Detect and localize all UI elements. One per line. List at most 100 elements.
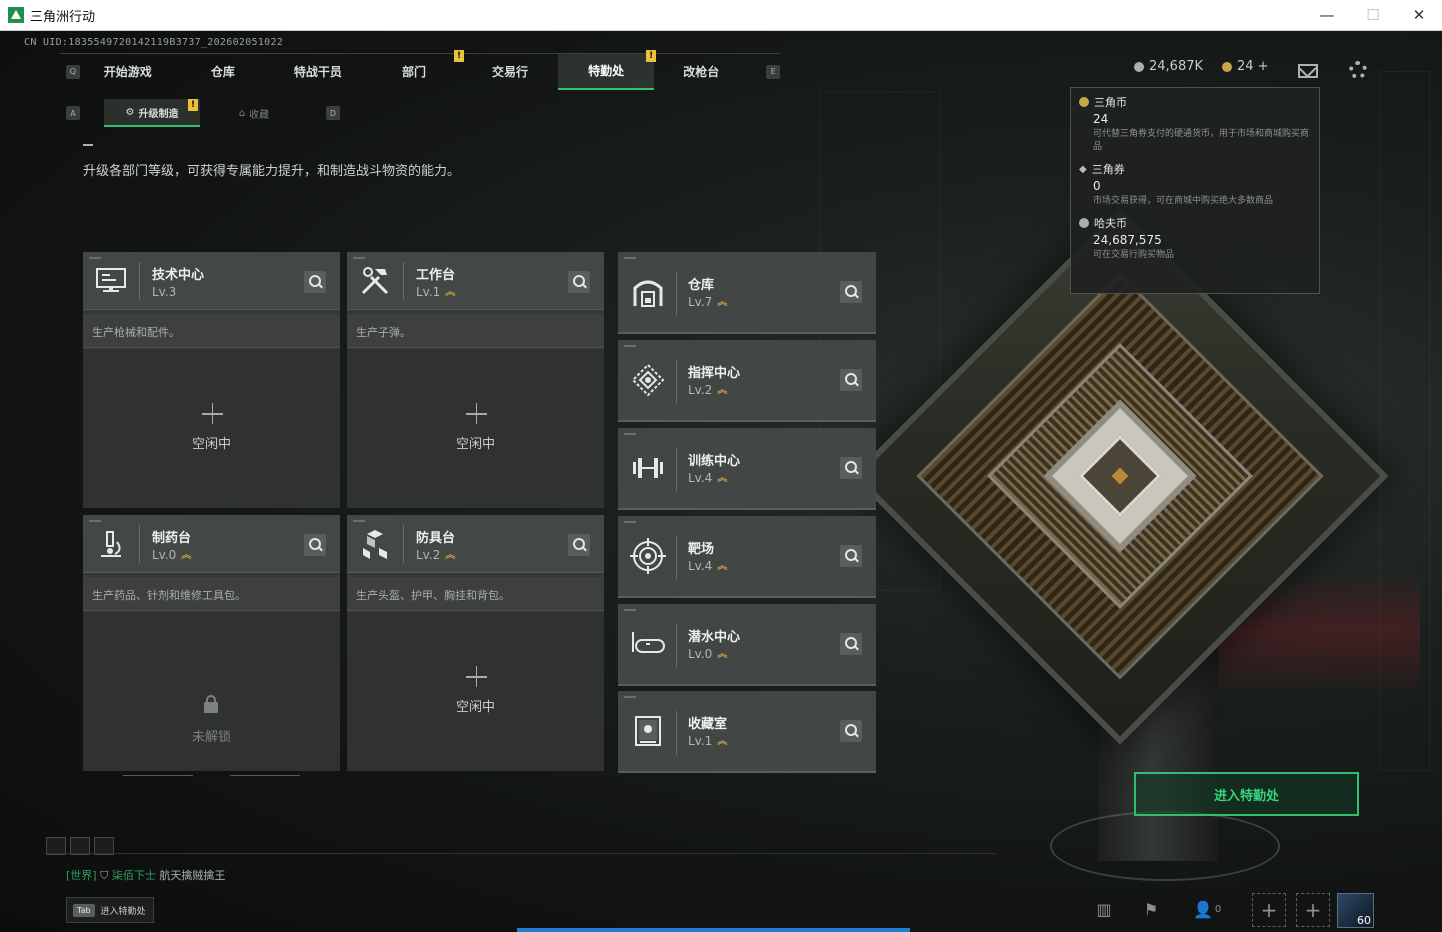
- card-title: 工作台: [416, 268, 456, 283]
- card-title: 技术中心: [152, 268, 205, 283]
- plus-icon[interactable]: [201, 403, 223, 424]
- department-card-collection-room[interactable]: 收藏室 Lv.1 ︽: [618, 691, 876, 773]
- tab-warehouse[interactable]: 仓库: [176, 54, 270, 90]
- warn-badge: !: [188, 99, 198, 111]
- department-card-command-center[interactable]: 指挥中心 Lv.2 ︽: [618, 340, 876, 422]
- card-description: 生产头盔、护甲、胸挂和背包。: [347, 577, 604, 611]
- page-description: 升级各部门等级，可获得专属能力提升，和制造战斗物资的能力。: [83, 164, 461, 179]
- minimize-button[interactable]: —: [1304, 0, 1350, 30]
- card-level: Lv.7 ︽: [688, 295, 728, 309]
- card-title: 潜水中心: [688, 630, 741, 645]
- nav-next-key[interactable]: E: [766, 64, 780, 79]
- dumbbell-icon: [633, 458, 663, 478]
- tab-special-ops[interactable]: 特勤处!: [558, 49, 657, 90]
- gear-icon[interactable]: [1349, 61, 1367, 79]
- tab-trading[interactable]: 交易行: [462, 54, 558, 90]
- search-icon[interactable]: [840, 545, 862, 567]
- search-icon[interactable]: [304, 534, 326, 556]
- craft-icon: ⚙: [125, 106, 135, 118]
- window-title: 三角洲行动: [30, 9, 96, 25]
- ticket-balance[interactable]: 24 +: [1222, 59, 1269, 74]
- card-description: 生产枪械和配件。: [83, 314, 340, 348]
- card-level: Lv.1 ︽: [688, 734, 728, 748]
- friends-button[interactable]: 👤 0: [1193, 898, 1227, 920]
- department-card-tech-center[interactable]: 技术中心 Lv.3 生产枪械和配件。 空闲中: [83, 252, 340, 508]
- search-icon[interactable]: [840, 281, 862, 303]
- friends-icon: 👤: [1193, 899, 1213, 919]
- sub-tabs: A ⚙ 升级制造 ! ⌂ 收藏 D: [66, 99, 340, 127]
- card-description: 生产子弹。: [347, 314, 604, 348]
- search-icon[interactable]: [568, 271, 590, 293]
- department-card-armor-bench[interactable]: 防具台 Lv.2 ︽ 生产头盔、护甲、胸挂和背包。 空闲中: [347, 515, 604, 771]
- subtab-prev-key[interactable]: A: [66, 106, 80, 120]
- stats-icon[interactable]: ▥: [1093, 898, 1115, 920]
- tab-departments[interactable]: 部门!: [366, 49, 465, 90]
- avatar[interactable]: 60: [1337, 893, 1374, 928]
- search-icon[interactable]: [840, 633, 862, 655]
- nav-prev-key[interactable]: Q: [66, 64, 80, 79]
- card-level: Lv.2 ︽: [416, 548, 456, 562]
- app-logo-icon: [8, 7, 24, 23]
- tab-collection[interactable]: ⌂ 收藏: [206, 99, 302, 127]
- computer-icon: [96, 268, 126, 292]
- player-level: 60: [1357, 914, 1371, 927]
- tooltip-item-hafu-coin: 哈夫币 24,687,575 可在交易行购买物品: [1079, 215, 1311, 262]
- card-level: Lv.0 ︽: [688, 647, 728, 661]
- plus-icon[interactable]: [465, 403, 487, 424]
- close-button[interactable]: ✕: [1396, 0, 1442, 30]
- tooltip-item-triangle-coin: 三角币 24 可代替三角券支付的硬通货币，用于市场和商城购买商品: [1079, 94, 1311, 154]
- tab-upgrade-craft[interactable]: ⚙ 升级制造 !: [104, 99, 200, 127]
- card-title: 防具台: [416, 531, 456, 546]
- card-description: 生产药品、针剂和维修工具包。: [83, 577, 340, 611]
- enter-special-ops-button[interactable]: 进入特勤处: [1134, 772, 1359, 816]
- subtab-next-key[interactable]: D: [326, 106, 340, 120]
- flag-icon[interactable]: ⚑: [1140, 898, 1162, 920]
- upgrade-available-icon: ︽: [717, 384, 728, 396]
- chat-line[interactable]: [世界] ⛉ 柒佰下士 航天擒贼擒王: [66, 867, 225, 883]
- maximize-button[interactable]: ☐: [1350, 0, 1396, 30]
- upgrade-available-icon: ︽: [445, 286, 456, 298]
- upgrade-available-icon: ︽: [717, 296, 728, 308]
- upgrade-available-icon: ︽: [717, 735, 728, 747]
- upgrade-available-icon: ︽: [181, 549, 192, 561]
- department-card-diving-center[interactable]: 潜水中心 Lv.0 ︽: [618, 604, 876, 686]
- diving-mask-icon: [632, 632, 665, 653]
- card-level: Lv.2 ︽: [688, 383, 728, 397]
- card-level: Lv.4 ︽: [688, 559, 728, 573]
- microscope-icon: [101, 531, 121, 557]
- currency-tooltip: 三角币 24 可代替三角券支付的硬通货币，用于市场和商城购买商品 ◆ 三角券 0 …: [1070, 87, 1320, 294]
- upgrade-available-icon: ︽: [445, 549, 456, 561]
- triangle-coin-icon: [1222, 61, 1232, 72]
- department-card-warehouse[interactable]: 仓库 Lv.7 ︽: [618, 252, 876, 334]
- card-title: 仓库: [688, 278, 715, 293]
- department-card-workbench[interactable]: 工作台 Lv.1 ︽ 生产子弹。 空闲中: [347, 252, 604, 508]
- tab-key: Tab: [73, 903, 95, 917]
- search-icon[interactable]: [840, 369, 862, 391]
- divider: [123, 775, 193, 776]
- mail-icon[interactable]: [1298, 64, 1318, 78]
- department-card-training-center[interactable]: 训练中心 Lv.4 ︽: [618, 428, 876, 510]
- title-accent-line: [83, 144, 93, 146]
- tab-operators[interactable]: 特战干员: [270, 54, 366, 90]
- plus-icon[interactable]: [465, 666, 487, 687]
- search-icon[interactable]: [568, 534, 590, 556]
- search-icon[interactable]: [840, 720, 862, 742]
- hafu-coin-icon: [1079, 218, 1089, 228]
- upgrade-available-icon: ︽: [717, 560, 728, 572]
- tab-shortcut-hint[interactable]: Tab 进入特勤处: [66, 897, 154, 923]
- hafu-coin-icon: [1134, 61, 1144, 72]
- command-icon: [631, 363, 665, 397]
- tab-gunsmith[interactable]: 改枪台: [654, 54, 748, 90]
- ticket-icon: ◆: [1079, 163, 1087, 175]
- invite-slot-button[interactable]: +: [1296, 893, 1330, 927]
- coin-balance[interactable]: 24,687K: [1134, 59, 1203, 74]
- search-icon[interactable]: [304, 271, 326, 293]
- invite-slot-button[interactable]: +: [1252, 893, 1286, 927]
- department-card-shooting-range[interactable]: 靶场 Lv.4 ︽: [618, 516, 876, 598]
- tab-start-game[interactable]: 开始游戏: [80, 54, 176, 90]
- card-status: 空闲中: [455, 700, 495, 715]
- card-level: Lv.1 ︽: [416, 285, 456, 299]
- window-titlebar: 三角洲行动 — ☐ ✕: [0, 0, 1442, 31]
- search-icon[interactable]: [840, 457, 862, 479]
- department-card-pharmacy[interactable]: 制药台 Lv.0 ︽ 生产药品、针剂和维修工具包。 未解锁: [83, 515, 340, 776]
